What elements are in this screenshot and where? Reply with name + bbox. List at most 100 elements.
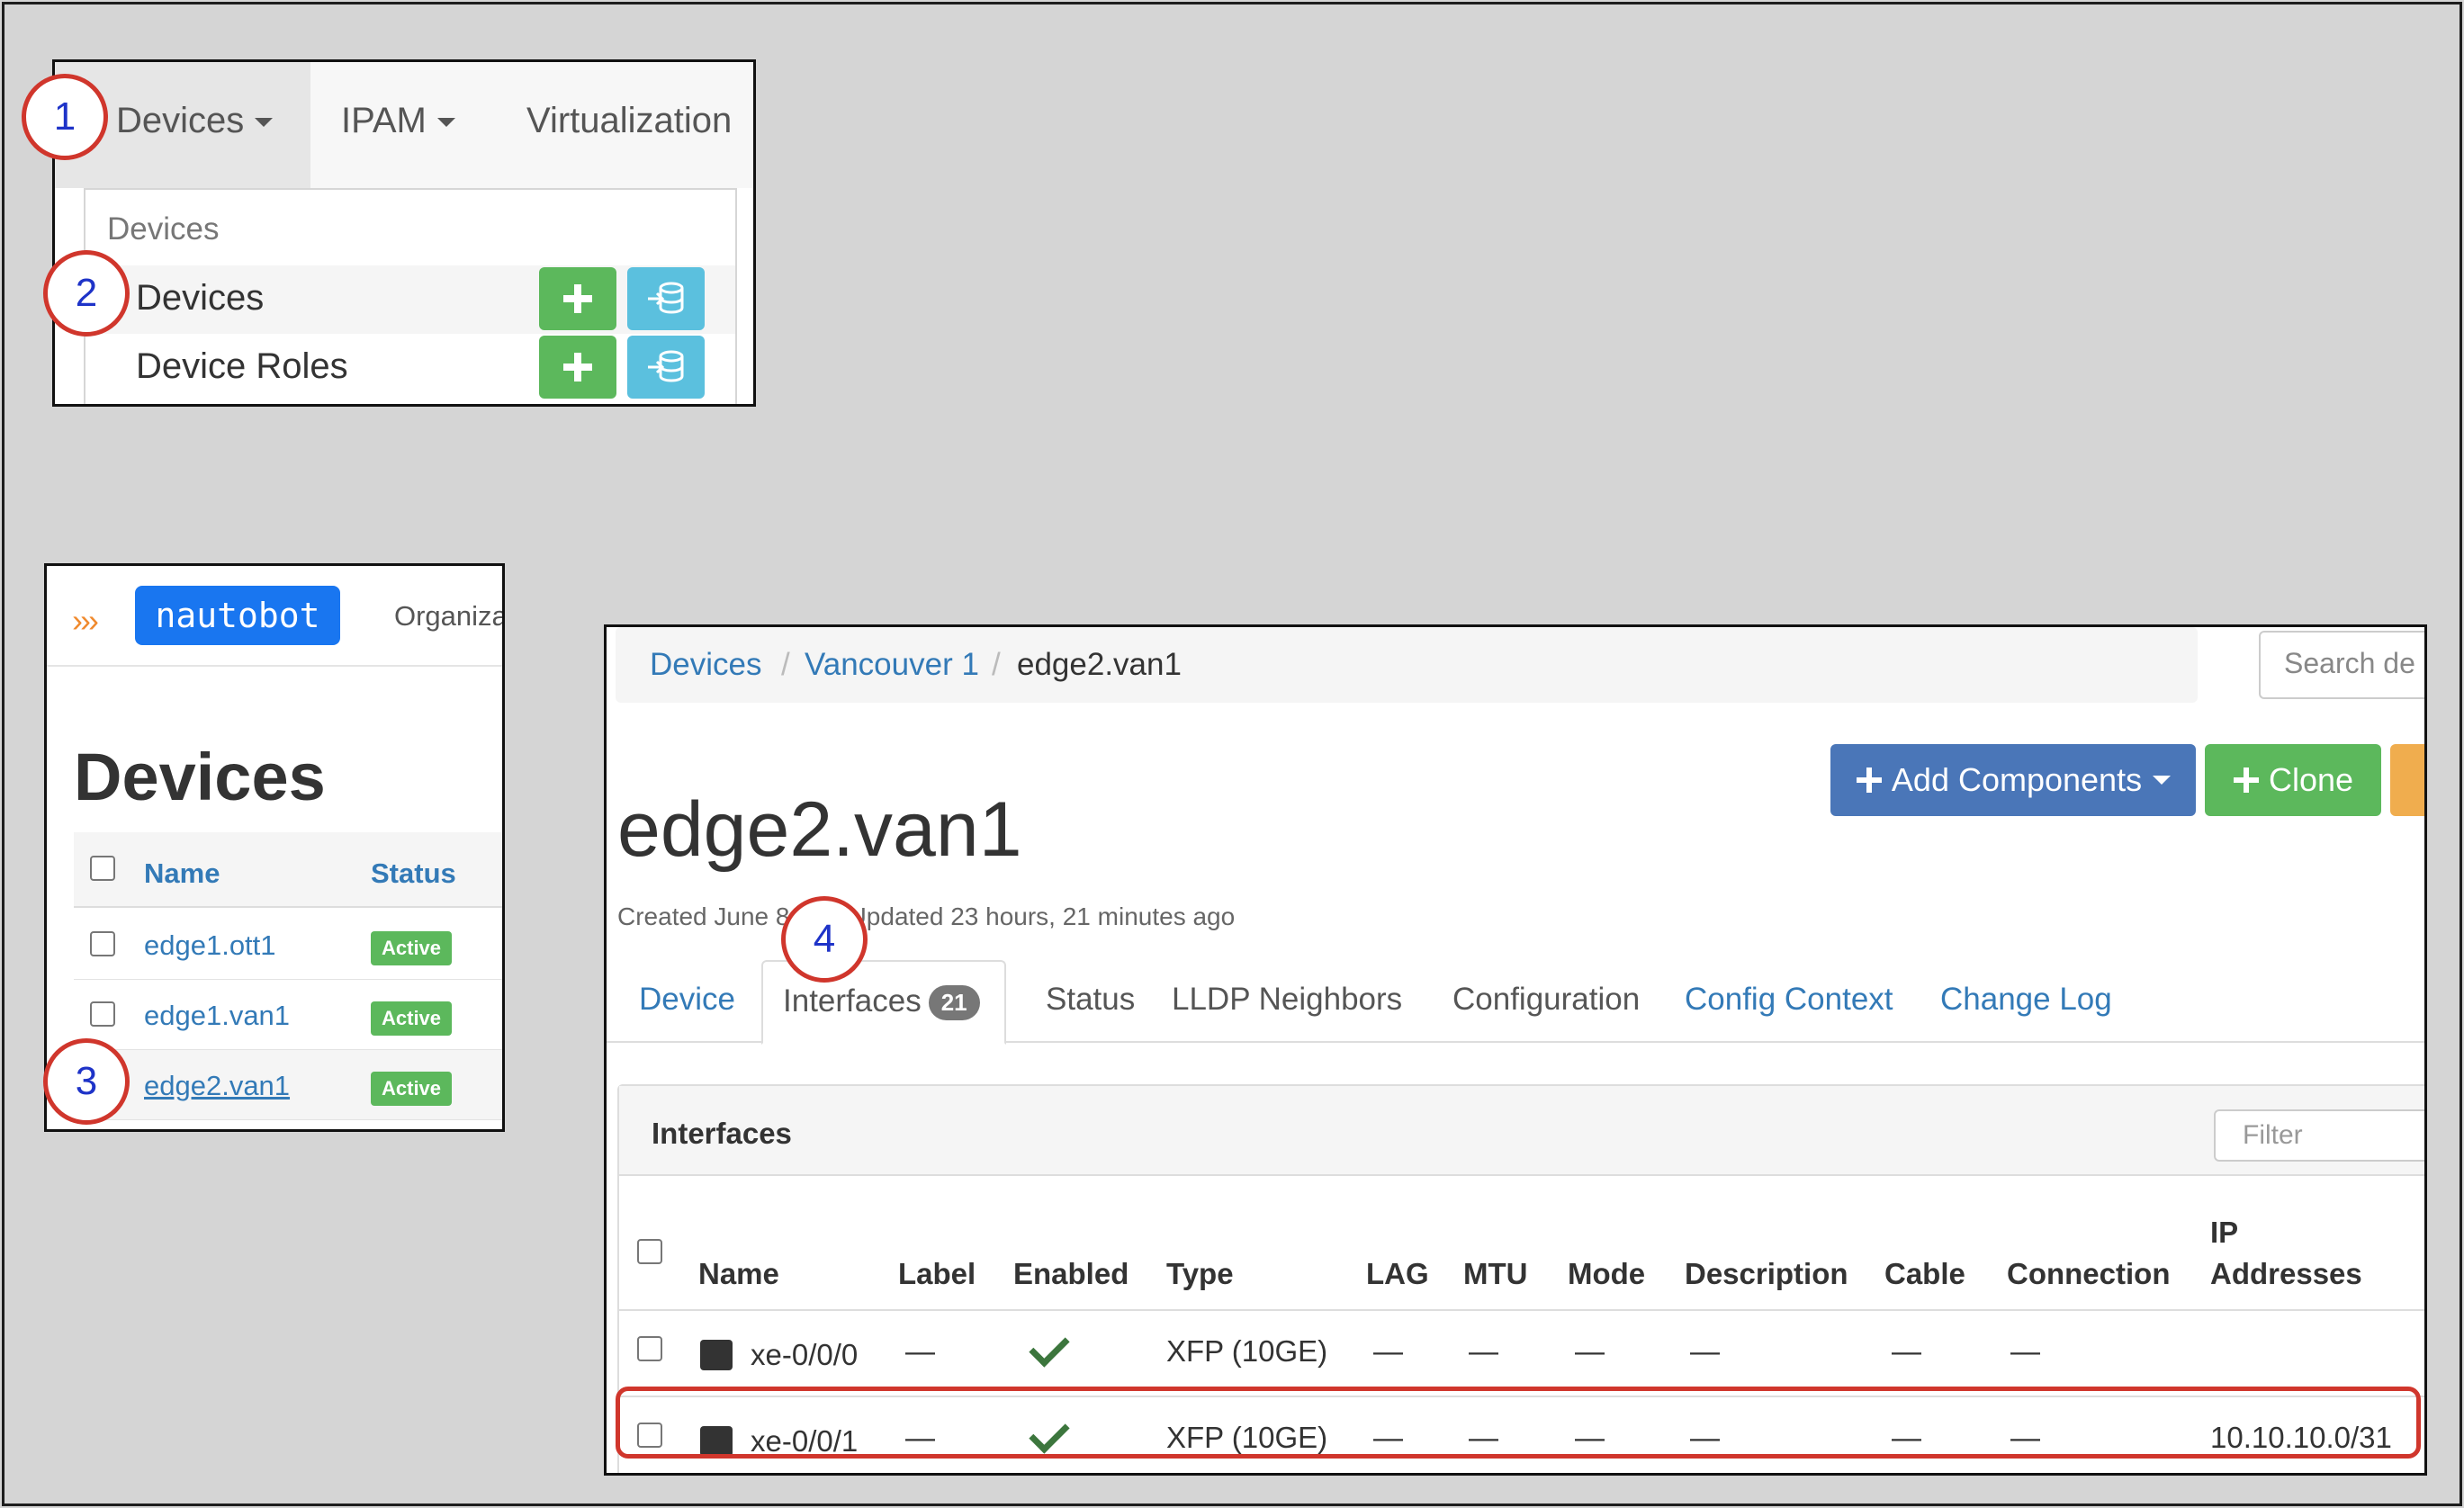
column-description[interactable]: Description [1685, 1257, 1848, 1291]
tab-interfaces-text: Interfaces [783, 983, 922, 1019]
column-type[interactable]: Type [1166, 1257, 1234, 1291]
device-title: edge2.van1 [617, 786, 1022, 873]
tab-lldp-neighbors[interactable]: LLDP Neighbors [1172, 982, 1402, 1018]
nav-organization[interactable]: Organiza [394, 600, 502, 633]
nav-devices-label: Devices [116, 101, 245, 140]
add-components-label: Add Components [1891, 761, 2143, 798]
nav-virtualization[interactable]: Virtualization [526, 98, 732, 143]
navbar: Devices IPAM Virtualization [55, 62, 753, 188]
plus-icon [1856, 767, 1882, 793]
column-cable[interactable]: Cable [1884, 1257, 1965, 1291]
device-link[interactable]: edge2.van1 [144, 1070, 290, 1102]
filter-input[interactable]: Filter [2214, 1109, 2424, 1162]
add-device-button[interactable] [539, 267, 616, 330]
row-checkbox[interactable] [90, 1001, 115, 1027]
column-connection[interactable]: Connection [2007, 1257, 2170, 1291]
status-badge: Active [371, 931, 453, 965]
clone-label: Clone [2268, 761, 2354, 798]
plus-icon [2233, 767, 2259, 793]
column-enabled[interactable]: Enabled [1013, 1257, 1129, 1291]
menu-group-header: Devices [107, 211, 220, 247]
step-marker-3: 3 [43, 1038, 130, 1125]
plus-icon [563, 353, 592, 381]
select-all-checkbox[interactable] [637, 1239, 662, 1264]
column-name[interactable]: Name [698, 1257, 779, 1291]
step-marker-4: 4 [781, 896, 868, 983]
menu-item-label: Devices [136, 278, 265, 318]
step-marker-2: 2 [43, 250, 130, 337]
cell-label: — [905, 1334, 935, 1368]
search-input[interactable]: Search de [2259, 631, 2424, 699]
breadcrumb-devices[interactable]: Devices [650, 647, 761, 683]
table-row: edge2.van1 Active [74, 1050, 502, 1120]
tab-device[interactable]: Device [639, 982, 735, 1018]
plus-icon [563, 284, 592, 313]
cell-description: — [1690, 1334, 1720, 1368]
status-badge: Active [371, 1001, 453, 1036]
add-components-button[interactable]: Add Components [1830, 744, 2196, 816]
column-mode[interactable]: Mode [1568, 1257, 1645, 1291]
nav-ipam-label: IPAM [341, 101, 427, 140]
table-row: edge1.ott1 Active [74, 910, 502, 980]
column-label[interactable]: Label [898, 1257, 976, 1291]
highlight-box [616, 1387, 2421, 1459]
cell-mode: — [1575, 1334, 1605, 1368]
tab-config-context[interactable]: Config Context [1685, 982, 1893, 1018]
add-device-role-button[interactable] [539, 336, 616, 399]
table-header: Name Status [74, 832, 502, 908]
tab-status[interactable]: Status [1046, 982, 1135, 1018]
cell-cable: — [1892, 1334, 1921, 1368]
cell-type: XFP (10GE) [1166, 1334, 1328, 1368]
breadcrumb-site[interactable]: Vancouver 1 [805, 647, 979, 683]
database-import-icon [648, 282, 684, 314]
device-link[interactable]: edge1.ott1 [144, 929, 276, 962]
cell-connection: — [2010, 1334, 2040, 1368]
breadcrumb: Devices / Vancouver 1 / edge2.van1 [616, 627, 2198, 703]
interface-link[interactable]: xe-0/0/0 [751, 1338, 858, 1372]
interfaces-card-header: Interfaces Filter [619, 1086, 2424, 1176]
caret-down-icon [255, 118, 274, 128]
breadcrumb-separator: / [992, 647, 1001, 682]
column-mtu[interactable]: MTU [1463, 1257, 1527, 1291]
import-device-button[interactable] [627, 267, 705, 330]
caret-down-icon [436, 118, 455, 128]
menu-item-devices[interactable]: Devices [85, 265, 735, 334]
edit-button[interactable] [2390, 744, 2424, 816]
step-marker-1: 1 [22, 74, 108, 160]
breadcrumb-separator: / [781, 647, 790, 682]
cell-lag: — [1373, 1334, 1403, 1368]
caret-down-icon [2153, 776, 2172, 785]
row-checkbox[interactable] [90, 931, 115, 956]
device-list-panel: ››› nautobot Organiza Devices Name Statu… [44, 563, 505, 1132]
row-checkbox[interactable] [637, 1336, 662, 1361]
column-lag[interactable]: LAG [1366, 1257, 1429, 1291]
tab-interfaces-label: Interfaces 21 [783, 983, 980, 1021]
table-row: xe-0/0/0 — XFP (10GE) — — — — — — [619, 1309, 2424, 1396]
created-updated-meta: Created June 8 · Updated 23 hours, 21 min… [617, 902, 1235, 931]
nav-devices[interactable]: Devices [116, 98, 274, 143]
cell-mtu: — [1469, 1334, 1498, 1368]
tab-change-log[interactable]: Change Log [1940, 982, 2112, 1018]
column-ip-line1[interactable]: IP [2210, 1216, 2238, 1250]
device-link[interactable]: edge1.van1 [144, 1000, 290, 1032]
menu-item-label: Device Roles [136, 346, 348, 386]
devices-menu-panel: Devices IPAM Virtualization Devices Devi… [52, 59, 756, 407]
page-title: Devices [74, 740, 326, 814]
device-detail-panel: Devices / Vancouver 1 / edge2.van1 Searc… [604, 624, 2427, 1476]
column-ip-addresses[interactable]: Addresses [2210, 1257, 2362, 1291]
import-device-role-button[interactable] [627, 336, 705, 399]
nautobot-topbar: ››› nautobot Organiza [47, 566, 502, 667]
chevrons-icon: ››› [72, 602, 99, 639]
menu-item-device-roles[interactable]: Device Roles [85, 334, 735, 402]
clone-button[interactable]: Clone [2205, 744, 2381, 816]
tab-configuration[interactable]: Configuration [1452, 982, 1640, 1018]
ethernet-port-icon [700, 1340, 733, 1370]
status-badge: Active [371, 1072, 453, 1106]
column-name[interactable]: Name [144, 857, 220, 890]
nautobot-logo[interactable]: nautobot [135, 586, 340, 645]
table-row: edge1.van1 Active [74, 980, 502, 1050]
nav-ipam[interactable]: IPAM [341, 98, 455, 143]
column-status[interactable]: Status [371, 857, 456, 890]
select-all-checkbox[interactable] [90, 856, 115, 881]
enabled-check-icon [1029, 1326, 1070, 1368]
